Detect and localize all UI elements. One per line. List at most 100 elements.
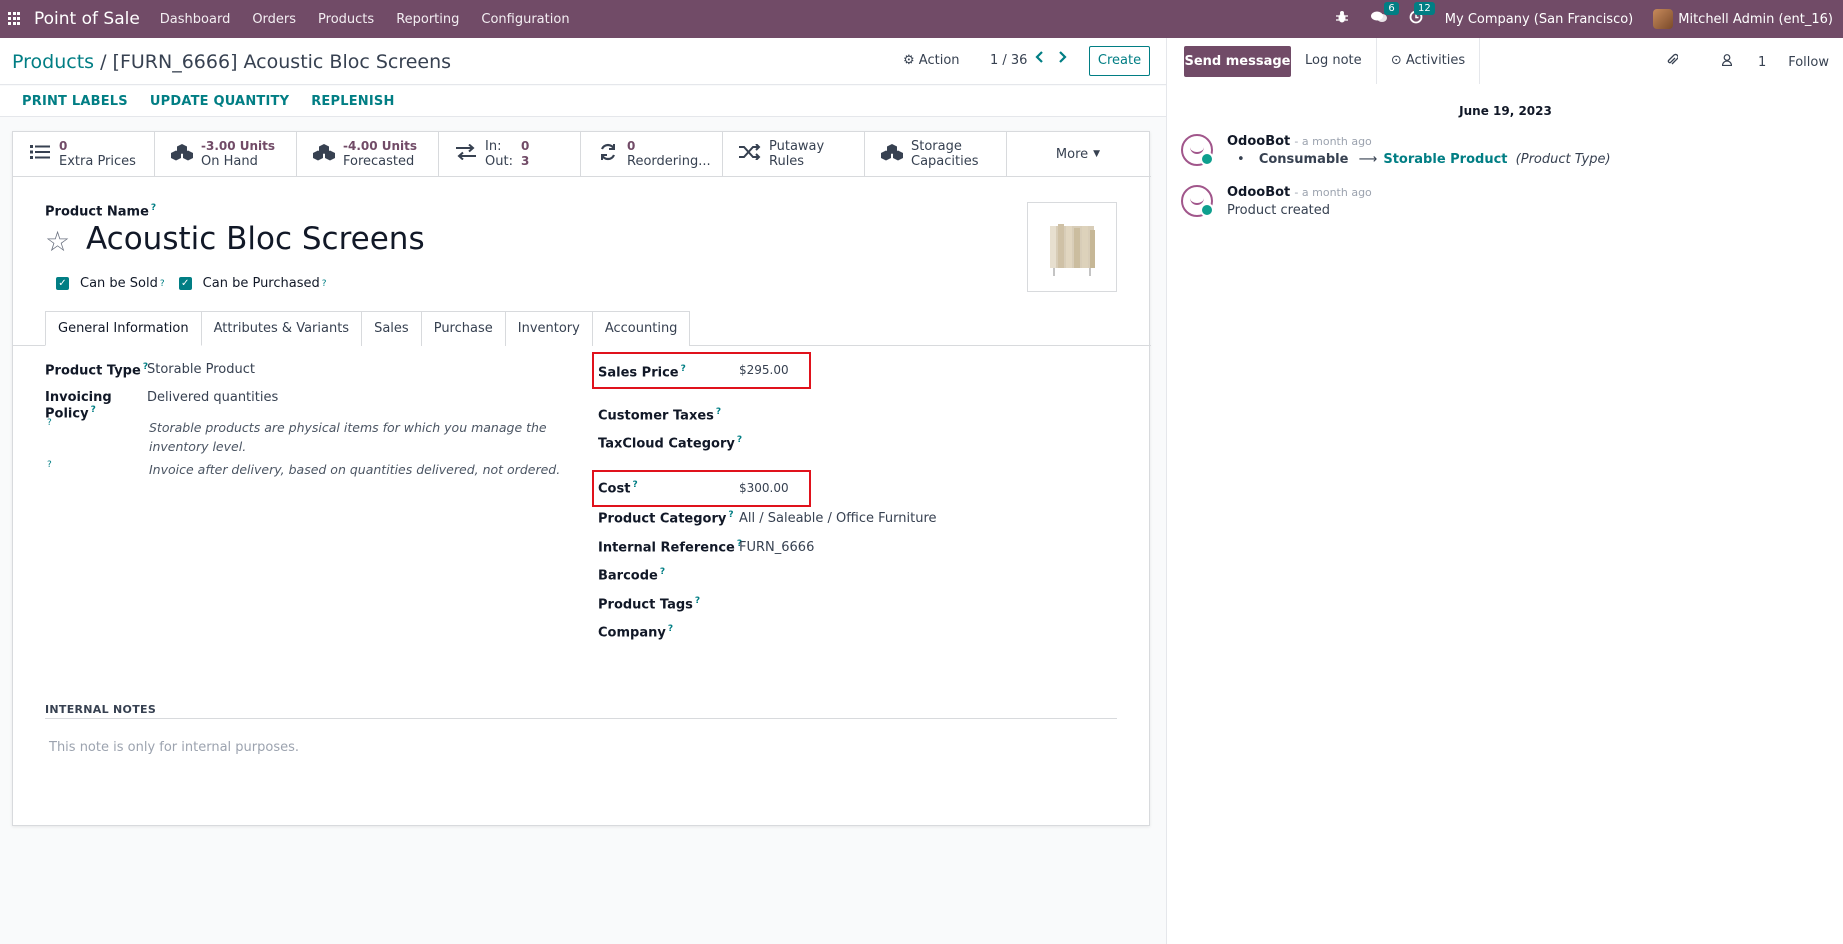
create-button[interactable]: Create — [1089, 46, 1150, 76]
extra-prices-label: Extra Prices — [59, 154, 136, 169]
tracking-field-name: (Product Type) — [1515, 152, 1611, 167]
action-label: Action — [918, 53, 960, 68]
help-tooltip-icon[interactable]: ? — [681, 364, 686, 374]
internal-notes-label: INTERNAL NOTES — [45, 703, 157, 716]
storage-capacities-button[interactable]: Storage Capacities — [865, 132, 1007, 176]
user-avatar — [1653, 9, 1674, 29]
menu-configuration[interactable]: Configuration — [481, 12, 569, 27]
message-author[interactable]: OdooBot — [1227, 185, 1290, 200]
extra-prices-button[interactable]: 0 Extra Prices — [13, 132, 155, 176]
company-label: Company? — [598, 624, 673, 640]
putaway-rules-button[interactable]: Putaway Rules — [723, 132, 865, 176]
app-brand[interactable]: Point of Sale — [34, 9, 140, 29]
help-tooltip-icon[interactable]: ? — [660, 567, 665, 577]
menu-products[interactable]: Products — [318, 12, 374, 27]
product-type-select[interactable]: Storable Product — [147, 362, 255, 378]
user-name: Mitchell Admin (ent_16) — [1678, 11, 1833, 27]
tab-attributes-variants[interactable]: Attributes & Variants — [200, 311, 363, 346]
invoicing-policy-select[interactable]: Delivered quantities — [147, 390, 278, 421]
print-labels-button[interactable]: PRINT LABELS — [22, 94, 128, 109]
product-category-select[interactable]: All / Saleable / Office Furniture — [739, 511, 937, 526]
tracking-old-value: Consumable — [1258, 152, 1349, 167]
can-be-sold-checkbox[interactable]: ✓ — [56, 277, 69, 290]
replenish-button[interactable]: REPLENISH — [311, 94, 394, 109]
menu-dashboard[interactable]: Dashboard — [160, 12, 231, 27]
follow-button[interactable]: Follow — [1788, 55, 1829, 70]
menu-reporting[interactable]: Reporting — [396, 12, 459, 27]
cost-input[interactable]: $300.00 — [739, 481, 789, 495]
activities-clock-icon[interactable]: 12 — [1409, 2, 1435, 28]
log-note-button[interactable]: Log note — [1305, 53, 1362, 68]
odoobot-avatar[interactable] — [1181, 185, 1214, 217]
tab-general-information[interactable]: General Information — [45, 311, 202, 346]
help-tooltip-icon[interactable]: ? — [728, 510, 733, 520]
notebook-tabs: General Information Attributes & Variant… — [45, 311, 691, 346]
product-type-label-text: Product Type — [45, 363, 141, 379]
product-type-help-row: ? Storable products are physical items f… — [45, 418, 547, 456]
internal-reference-input[interactable]: FURN_6666 — [739, 540, 814, 555]
reordering-button[interactable]: 0 Reordering... — [581, 132, 723, 176]
can-be-purchased-checkbox[interactable]: ✓ — [178, 277, 192, 290]
tab-accounting[interactable]: Accounting — [591, 311, 691, 346]
help-tooltip-icon[interactable]: ? — [160, 279, 165, 289]
activities-button[interactable]: ⊙ Activities — [1376, 38, 1480, 84]
help-tooltip-icon[interactable]: ? — [322, 279, 327, 289]
product-image[interactable] — [1027, 202, 1117, 292]
paperclip-icon[interactable] — [1666, 53, 1679, 71]
update-quantity-button[interactable]: UPDATE QUANTITY — [150, 94, 289, 109]
user-icon — [1721, 54, 1736, 70]
user-menu[interactable]: Mitchell Admin (ent_16) — [1653, 9, 1833, 29]
more-button[interactable]: More ▼ — [1007, 132, 1149, 176]
invoice-policy-help: Invoice after delivery, based on quantit… — [149, 462, 561, 477]
debug-bug-icon[interactable] — [1335, 10, 1349, 28]
form-statusbar: PRINT LABELS UPDATE QUANTITY REPLENISH — [0, 86, 1166, 117]
in-out-button[interactable]: In: 0 Out: 3 — [439, 132, 581, 176]
followers-button[interactable]: 1 — [1700, 54, 1766, 70]
sales-price-label: Sales Price? — [598, 364, 686, 380]
help-tooltip-icon[interactable]: ? — [632, 480, 637, 490]
favorite-star-icon[interactable]: ☆ — [45, 225, 70, 258]
help-tooltip-icon[interactable]: ? — [91, 405, 96, 415]
sales-price-input[interactable]: $295.00 — [739, 363, 789, 377]
activities-badge: 12 — [1414, 2, 1435, 15]
help-tooltip-icon[interactable]: ? — [47, 418, 149, 456]
action-menu-button[interactable]: ⚙ Action — [903, 53, 960, 68]
random-arrows-icon — [737, 142, 763, 165]
pager-value[interactable]: 1 / 36 — [990, 53, 1027, 68]
menu-orders[interactable]: Orders — [252, 12, 296, 27]
invoice-help-row: ? Invoice after delivery, based on quant… — [45, 460, 560, 479]
company-switcher[interactable]: My Company (San Francisco) — [1445, 12, 1633, 27]
odoobot-avatar[interactable] — [1181, 134, 1214, 166]
tab-inventory[interactable]: Inventory — [504, 311, 593, 346]
help-tooltip-icon[interactable]: ? — [151, 203, 156, 213]
internal-notes-input[interactable]: This note is only for internal purposes. — [49, 740, 299, 755]
help-tooltip-icon[interactable]: ? — [695, 596, 700, 606]
tab-purchase[interactable]: Purchase — [420, 311, 506, 346]
tab-sales[interactable]: Sales — [361, 311, 422, 346]
messages-icon[interactable]: 6 — [1370, 2, 1399, 28]
pager-next-icon[interactable] — [1057, 51, 1067, 67]
forecasted-button[interactable]: -4.00 Units Forecasted — [297, 132, 439, 176]
sales-price-label-text: Sales Price — [598, 365, 679, 381]
help-tooltip-icon[interactable]: ? — [737, 435, 742, 445]
list-icon — [27, 144, 53, 165]
help-tooltip-icon[interactable]: ? — [716, 407, 721, 417]
send-message-button[interactable]: Send message — [1184, 46, 1291, 77]
putaway-line2: Rules — [769, 154, 805, 169]
apps-menu-icon[interactable] — [8, 12, 22, 26]
tracking-new-value: Storable Product — [1383, 152, 1508, 167]
pager-previous-icon[interactable] — [1035, 51, 1045, 67]
breadcrumb-products-link[interactable]: Products — [12, 51, 94, 73]
taxcloud-category-label-text: TaxCloud Category — [598, 436, 735, 452]
product-name-input[interactable]: Acoustic Bloc Screens — [86, 221, 425, 257]
out-value: 3 — [521, 154, 530, 168]
help-tooltip-icon[interactable]: ? — [668, 624, 673, 634]
help-tooltip-icon[interactable]: ? — [47, 460, 149, 479]
on-hand-button[interactable]: -3.00 Units On Hand — [155, 132, 297, 176]
acoustic-screen-image — [1050, 224, 1095, 276]
internal-reference-label-text: Internal Reference — [598, 540, 735, 556]
barcode-label: Barcode? — [598, 567, 665, 583]
invoicing-policy-row: Invoicing Policy? Delivered quantities — [45, 390, 278, 421]
message-author[interactable]: OdooBot — [1227, 134, 1290, 149]
message-time: - a month ago — [1294, 135, 1372, 148]
